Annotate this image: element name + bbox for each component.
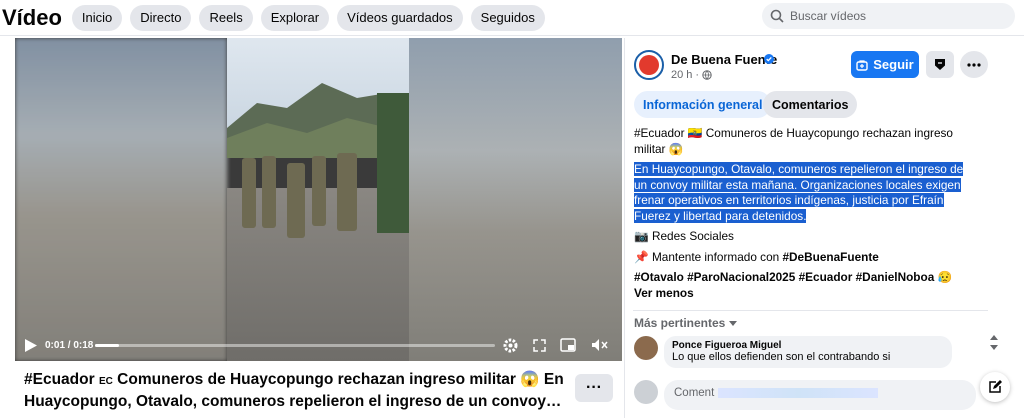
see-less-link[interactable]: Ver menos [634,286,694,300]
post-informed-tag[interactable]: #DeBuenaFuente [782,250,878,264]
post-tags[interactable]: #Otavalo #ParoNacional2025 #Ecuador #Dan… [634,270,952,284]
follow-button[interactable]: Seguir [851,51,919,78]
nav-inicio[interactable]: Inicio [71,4,123,31]
video-frame [227,38,409,361]
comment-author[interactable]: Ponce Figueroa Miguel [672,340,944,351]
miniplayer-icon[interactable] [560,338,576,352]
search-placeholder: Buscar vídeos [790,9,867,23]
comment-avatar[interactable] [634,336,658,360]
nav-explorar[interactable]: Explorar [260,4,330,31]
top-bar: Vídeo Inicio Directo Reels Explorar Víde… [0,0,1024,36]
page-title: Vídeo [2,4,62,30]
scroll-arrows[interactable] [988,333,1000,353]
nav-directo[interactable]: Directo [130,4,192,31]
expand-icon[interactable] [533,339,546,352]
follow-label: Seguir [873,57,914,72]
caption-flag: EC [98,376,113,387]
comments-sort-label: Más pertinentes [634,316,726,330]
verified-icon [764,54,774,64]
tab-comentarios[interactable]: Comentarios [763,91,858,118]
play-icon[interactable] [25,339,37,352]
post-options-button[interactable] [960,51,988,78]
nav-videos-guardados[interactable]: Vídeos guardados [337,4,463,31]
comments-sort[interactable]: Más pertinentes [634,316,737,330]
caption-hashtag[interactable]: #Ecuador [24,371,95,388]
shield-icon [935,59,945,70]
more-icon: ··· [586,379,602,396]
chevron-up-icon[interactable] [990,335,998,341]
video-caption: #Ecuador EC Comuneros de Huaycopungo rec… [24,370,564,412]
search-icon [770,9,784,23]
mute-icon[interactable] [591,338,609,352]
save-post-button[interactable] [926,51,954,78]
globe-icon [702,70,712,80]
comments-divider [633,310,988,311]
page-name[interactable]: De Buena Fuente [671,52,777,67]
post-time[interactable]: 20 h [671,69,692,81]
chevron-down-icon [728,321,737,326]
chevron-down-small-icon[interactable] [990,345,998,351]
page-avatar[interactable] [634,50,664,80]
nav-reels[interactable]: Reels [199,4,253,31]
comment-input-redacted [718,387,879,398]
post-meta: 20 h · [671,69,712,81]
post-informed: 📌 Mantente informado con #DeBuenaFuente [634,249,879,264]
panel-divider [624,38,625,418]
comment-text: Lo que ellos defienden son el contraband… [672,351,891,363]
video-blur-right [409,38,622,361]
compose-icon [989,380,1002,393]
caption-more-button[interactable]: ··· [575,374,613,402]
player-time: 0:01 / 0:18 [45,339,94,351]
search-input[interactable]: Buscar vídeos [762,3,1015,29]
follow-icon [856,59,868,71]
post-social: 📷 Redes Sociales [634,229,734,243]
post-body: #Ecuador 🇪🇨 Comuneros de Huaycopungo rec… [634,126,979,301]
video-player[interactable]: 0:01 / 0:18 [15,38,622,361]
post-highlighted-text: En Huaycopungo, Otavalo, comuneros repel… [634,162,964,223]
player-controls: 0:01 / 0:18 [15,329,622,361]
comment-input[interactable]: Coment [664,380,976,410]
post-title: #Ecuador 🇪🇨 Comuneros de Huaycopungo rec… [634,126,953,156]
new-message-button[interactable] [980,372,1010,402]
nav-seguidos[interactable]: Seguidos [470,4,545,31]
settings-icon[interactable] [503,338,518,353]
tab-informacion-general[interactable]: Información general [634,91,772,118]
comment-bubble: Ponce Figueroa Miguel Lo que ellos defie… [664,336,952,368]
composer-avatar [634,380,658,404]
progress-track[interactable] [95,344,495,347]
comment-input-placeholder: Coment [674,387,715,399]
more-horizontal-icon [967,62,981,67]
progress-fill [95,344,119,347]
video-blur-left [15,38,227,361]
